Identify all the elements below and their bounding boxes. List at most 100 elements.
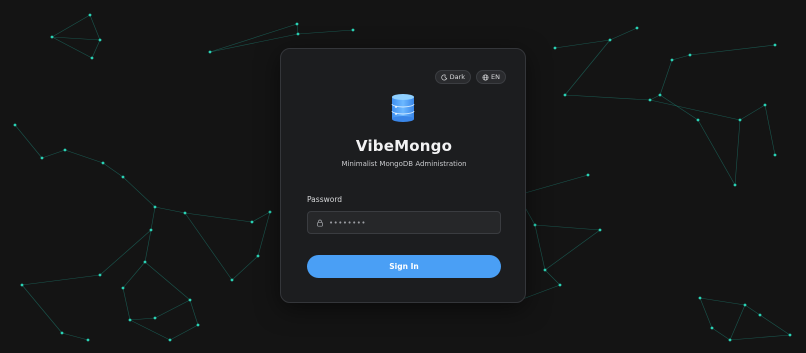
network-node [738,118,742,122]
network-link [534,224,601,231]
network-node [40,156,44,160]
network-node [63,148,67,152]
network-node [296,32,300,36]
network-node [648,98,652,102]
network-link [554,39,611,49]
network-node [149,228,153,232]
network-link [122,287,131,321]
network-node [763,103,767,107]
network-link [671,54,691,61]
password-label: Password [307,195,343,204]
network-node [268,210,272,214]
network-node [196,323,200,327]
network-link [64,149,104,164]
network-link [734,119,741,186]
network-link [184,212,233,281]
network-node [788,333,792,337]
network-link [699,297,713,329]
network-link [122,261,146,289]
network-node [670,58,674,62]
network-node [50,35,54,39]
network-node [20,283,24,287]
network-link [91,39,101,59]
network-link [739,104,766,121]
network-link [296,23,299,35]
network-node [743,303,747,307]
network-node [696,118,700,122]
network-node [733,183,737,187]
network-link [102,162,124,178]
network-node [586,173,590,177]
network-link [689,44,776,56]
globe-icon [482,74,489,80]
network-link [129,317,156,321]
language-select-button[interactable]: EN [476,70,506,84]
network-link [41,149,66,159]
network-node [598,228,602,232]
network-node [88,13,92,17]
network-link [699,297,746,306]
network-link [251,211,271,223]
network-link [659,59,673,96]
network-node [153,316,157,320]
network-node [608,38,612,42]
network-node [250,220,254,224]
language-label: EN [491,73,500,81]
theme-toggle-button[interactable]: Dark [435,70,471,84]
app-subtitle: Minimalist MongoDB Administration [341,160,467,168]
network-link [649,94,661,101]
network-link [144,261,191,301]
network-node [558,283,562,287]
network-node [698,296,702,300]
network-node [256,254,260,258]
network-link [729,304,746,341]
network-node [188,298,192,302]
network-node [230,278,234,282]
network-link [534,224,546,271]
network-link [729,334,791,341]
network-link [297,29,354,35]
network-link [129,319,171,341]
network-node [758,313,762,317]
network-node [635,26,639,30]
network-link [519,284,561,301]
network-node [101,161,105,165]
network-link [649,99,741,121]
network-node [295,22,299,26]
network-node [121,175,125,179]
network-link [21,284,63,334]
password-field[interactable] [307,211,501,234]
network-node [86,338,90,342]
network-node [98,38,102,42]
network-node [773,43,777,47]
database-logo-icon [391,94,415,122]
network-node [543,268,547,272]
network-link [154,299,191,319]
network-link [759,314,791,336]
network-node [208,50,212,54]
app-title: VibeMongo [355,137,453,155]
network-link [764,104,776,156]
network-node [351,28,355,32]
network-link [697,119,736,186]
network-link [154,206,186,214]
network-link [51,36,93,59]
login-card: Dark EN VibeMongo Minimalist MongoDB Adm… [280,48,526,303]
network-link [209,23,298,53]
network-link [169,324,199,341]
network-node [168,338,172,342]
network-node [710,326,714,330]
network-node [121,286,125,290]
network-link [51,36,101,41]
network-link [564,94,651,101]
sign-in-button[interactable]: Sign In [307,255,501,278]
network-node [773,153,777,157]
network-link [517,174,589,196]
network-link [544,269,561,286]
network-link [609,27,638,41]
network-link [99,229,152,276]
password-input[interactable] [329,218,489,227]
network-link [51,14,91,38]
network-link [711,327,731,341]
network-link [564,39,611,96]
